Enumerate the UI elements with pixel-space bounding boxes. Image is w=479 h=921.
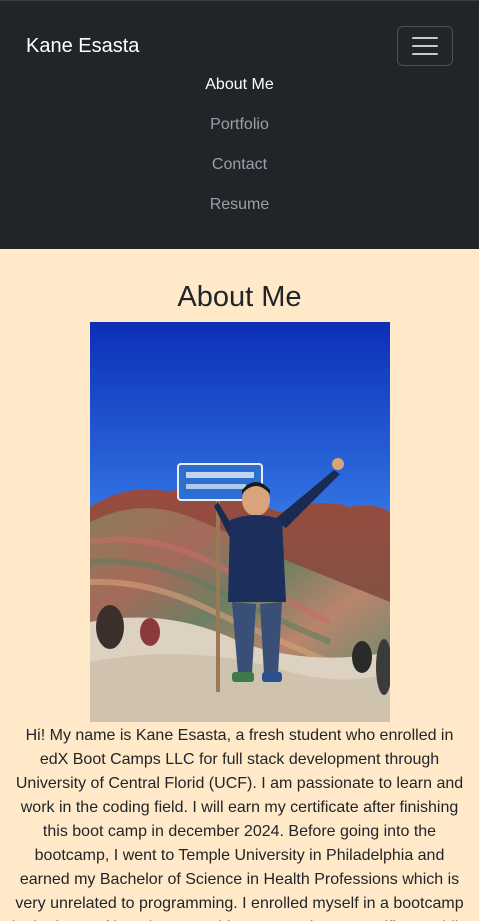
nav-link-resume[interactable]: Resume bbox=[210, 185, 270, 225]
nav-link-about-me[interactable]: About Me bbox=[205, 65, 273, 105]
nav-link-portfolio[interactable]: Portfolio bbox=[210, 105, 269, 145]
navbar: Kane Esasta About Me Portfolio Contact R… bbox=[0, 0, 479, 249]
profile-photo bbox=[89, 322, 390, 722]
about-section: About Me Hi! My name is Kane Esasta, a f… bbox=[0, 279, 479, 921]
about-heading: About Me bbox=[177, 281, 302, 313]
hamburger-menu-icon bbox=[412, 37, 438, 55]
navbar-brand[interactable]: Kane Esasta bbox=[26, 35, 139, 58]
navbar-toggler-button[interactable] bbox=[397, 26, 453, 66]
nav-links: About Me Portfolio Contact Resume bbox=[0, 65, 479, 225]
about-bio: Hi! My name is Kane Esasta, a fresh stud… bbox=[12, 727, 467, 921]
nav-link-contact[interactable]: Contact bbox=[212, 145, 267, 185]
